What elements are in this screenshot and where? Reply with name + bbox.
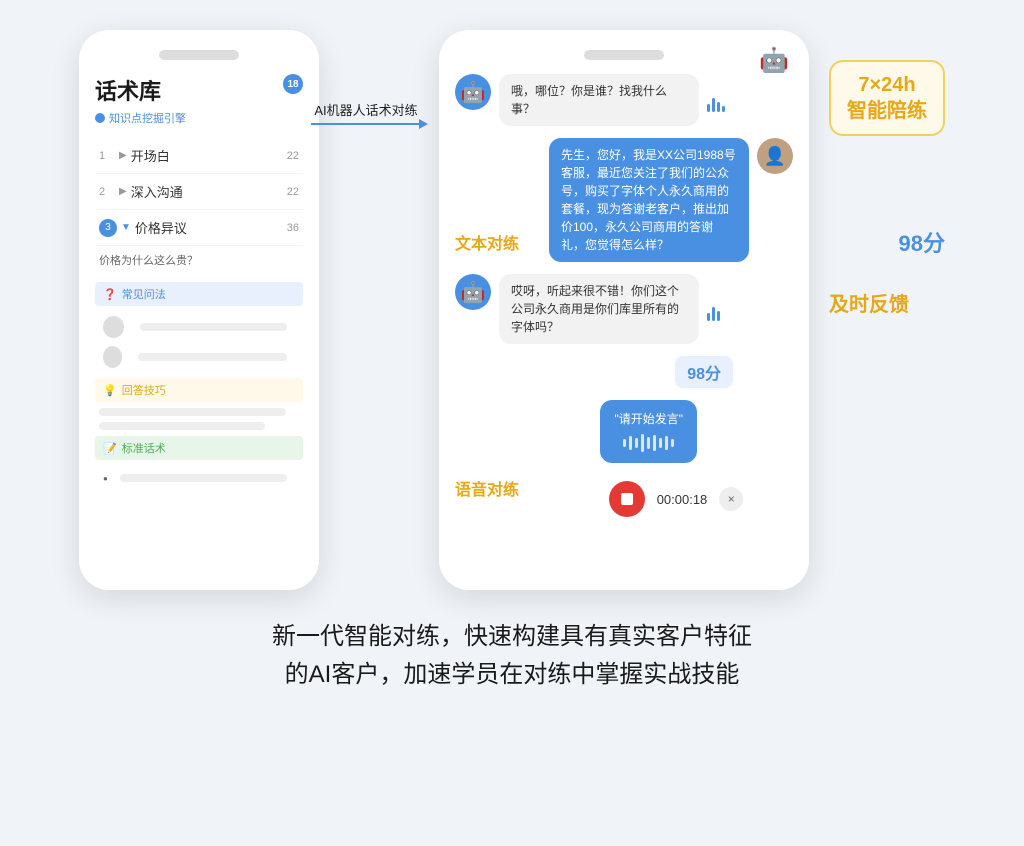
section-tag-standard: 📝 标准话术 [95, 436, 303, 460]
bot-avatar-2: 🤖 [455, 274, 491, 310]
bottom-text: 新一代智能对练，快速构建具有真实客户特征 的AI客户，加速学员在对练中掌握实战技… [272, 618, 752, 695]
recording-close-button[interactable]: × [719, 487, 743, 511]
skeleton-2 [138, 353, 287, 361]
chat-area: 🤖 哦，哪位？你是谁？找我什么事？ [455, 74, 793, 463]
chat-msg-bot-2: 🤖 哎呀，听起来很不错！你们这个公司永久商用是你们库里所有的字体吗？ [455, 274, 793, 344]
voice-bubble-container: "请开始发言" [455, 400, 747, 463]
section-tag-skills: 💡 回答技巧 [95, 378, 303, 402]
menu-item-2[interactable]: 2 ▶ 深入沟通 22 [95, 174, 303, 210]
arrow-head [419, 119, 428, 129]
voice-input-bubble: "请开始发言" [600, 400, 697, 463]
bottom-line-1: 新一代智能对练，快速构建具有真实客户特征 [272, 618, 752, 656]
arrow-label: AI机器人话术对练 [314, 100, 417, 119]
menu-count-1: 22 [287, 150, 299, 162]
right-side-floats: 7×24h 智能陪练 98分 及时反馈 [829, 30, 945, 317]
float-247-hours: 7×24h [847, 72, 927, 98]
avatar-2 [103, 346, 122, 368]
skeleton-3 [99, 408, 286, 416]
bottom-line-2: 的AI客户，加速学员在对练中掌握实战技能 [272, 656, 752, 694]
right-phone-notch [584, 50, 664, 60]
avatar-1 [103, 316, 124, 338]
phone-notch [159, 50, 239, 60]
menu-label-2: 深入沟通 [131, 182, 287, 201]
bot-bubble-2-row: 哎呀，听起来很不错！你们这个公司永久商用是你们库里所有的字体吗？ [499, 274, 720, 344]
menu-count-3: 36 [287, 222, 299, 234]
menu-num-3-active: 3 [99, 219, 117, 237]
menu-label-1: 开场白 [131, 146, 287, 165]
float-247-box: 7×24h 智能陪练 [829, 60, 945, 136]
menu-num-1: 1 [99, 150, 115, 162]
phone-right: 🤖 文本对练 🤖 哦，哪位？你是谁？找我什么事？ [439, 30, 809, 590]
robot-icon-header: 🤖 [759, 46, 789, 75]
subtitle-dot [95, 113, 105, 123]
recording-timer: 00:00:18 [657, 492, 708, 507]
float-247-sub: 智能陪练 [847, 98, 927, 124]
left-phone-subtitle: 知识点挖掘引擎 [95, 110, 303, 126]
human-avatar-1: 👤 [757, 138, 793, 174]
menu-count-2: 22 [287, 186, 299, 198]
score-badge: 98分 [675, 356, 733, 388]
section-tag-common: ❓ 常见问法 [95, 282, 303, 306]
menu-label-3: 价格异议 [135, 218, 287, 237]
sub-question: 价格为什么这么贵？ [95, 246, 303, 276]
avatar-row-2 [95, 342, 303, 372]
sound-waves-1 [707, 88, 725, 112]
arrow-line [311, 123, 421, 125]
score-container: 98分 [455, 356, 743, 388]
arrow-connector: AI机器人话术对练 [311, 100, 421, 125]
waveform [614, 433, 683, 453]
left-phone-title: 话术库 [95, 74, 303, 106]
chat-msg-bot-1: 🤖 哦，哪位？你是谁？找我什么事？ [455, 74, 793, 126]
skeleton-1 [140, 323, 287, 331]
float-score: 98分 [829, 226, 945, 258]
bot-avatar-1: 🤖 [455, 74, 491, 110]
voice-input-label: "请开始发言" [614, 410, 683, 427]
phone-left: 话术库 知识点挖掘引擎 18 1 ▶ 开场白 22 2 ▶ 深入沟通 22 3 [79, 30, 319, 590]
standard-item: ● [95, 466, 303, 490]
phones-wrapper: 话术库 知识点挖掘引擎 18 1 ▶ 开场白 22 2 ▶ 深入沟通 22 3 [79, 30, 945, 590]
stop-icon [621, 493, 633, 505]
menu-item-1[interactable]: 1 ▶ 开场白 22 [95, 138, 303, 174]
bot-bubble-1: 哦，哪位？你是谁？找我什么事？ [499, 74, 699, 126]
avatar-row-1 [95, 312, 303, 342]
record-stop-button[interactable] [609, 481, 645, 517]
bot-bubble-1-row: 哦，哪位？你是谁？找我什么事？ [499, 74, 725, 126]
text-practice-label: 文本对练 [455, 230, 519, 254]
float-feedback: 及时反馈 [829, 288, 945, 317]
voice-practice-label: 语音对练 [455, 476, 519, 500]
arrow-line-container [311, 123, 421, 125]
main-container: 话术库 知识点挖掘引擎 18 1 ▶ 开场白 22 2 ▶ 深入沟通 22 3 [0, 0, 1024, 715]
human-bubble-1: 先生，您好，我是XX公司1988号客服，最近您关注了我们的公众号，购买了字体个人… [549, 138, 749, 262]
badge-count: 18 [283, 74, 303, 94]
skeleton-5 [120, 474, 287, 482]
menu-item-3[interactable]: 3 ▼ 价格异议 36 [95, 210, 303, 246]
sound-waves-2 [707, 297, 720, 321]
skeleton-4 [99, 422, 265, 430]
menu-num-2: 2 [99, 186, 115, 198]
bot-bubble-2: 哎呀，听起来很不错！你们这个公司永久商用是你们库里所有的字体吗？ [499, 274, 699, 344]
